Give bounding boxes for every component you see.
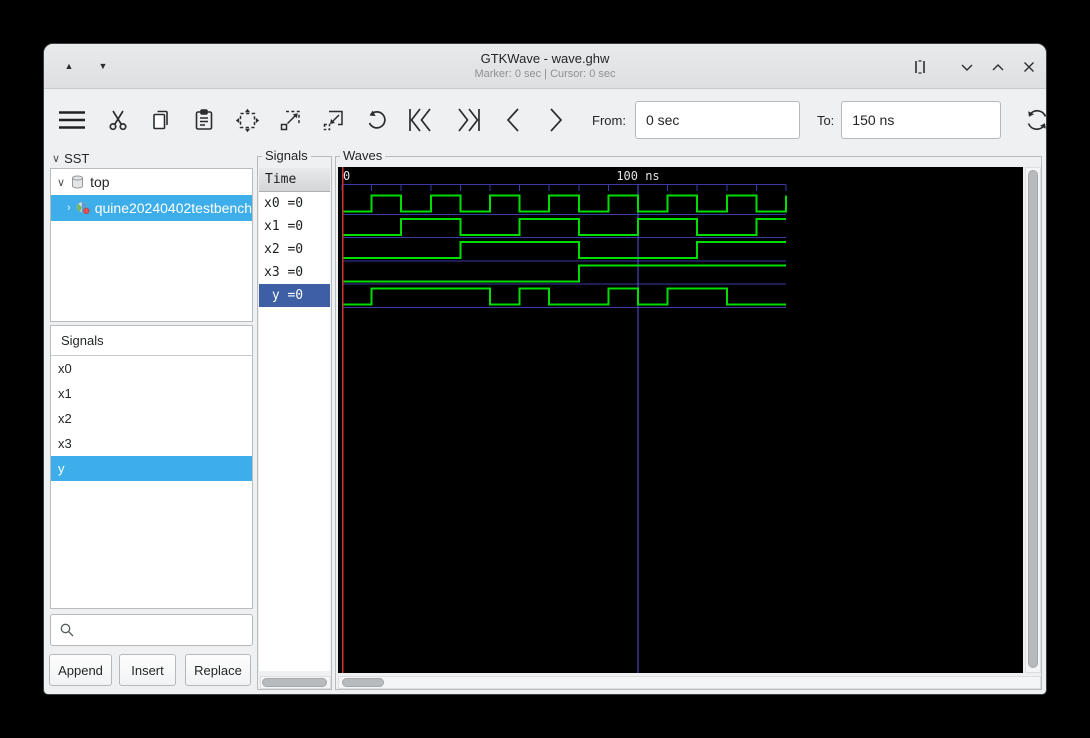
toolbar: From: To: [44,90,1047,150]
minimize-button[interactable] [957,57,977,77]
chevron-up-icon [992,64,1004,71]
hamburger-menu-icon [59,111,85,129]
timeline-label: 100 ns [616,169,659,183]
zoom-fit-icon [235,108,259,132]
signal-list-item-y[interactable]: y [51,456,252,481]
replace-button[interactable]: Replace [185,654,251,686]
module-icon [76,201,90,214]
skip-to-start-icon [409,108,431,132]
signal-list-item-x1[interactable]: x1 [51,381,252,406]
to-input[interactable] [841,101,1002,139]
time-header[interactable]: Time [259,168,330,192]
name-panel-view: Time x0 =0 x1 =0 x2 =0 x3 =0 y =0 [259,168,330,671]
tree-item-label: quine20240402testbench [94,200,252,216]
gtkwave-window: ▲ ▼ GTKWave - wave.ghw Marker: 0 sec | C… [44,44,1047,694]
signal-search-panel: Signals x0 x1 x2 x3 y [50,325,253,609]
window-title: GTKWave - wave.ghw [480,51,610,66]
expander-down-icon[interactable]: ∨ [57,176,65,189]
name-panel: Signals Time x0 =0 x1 =0 x2 =0 x3 =0 y =0 [257,148,332,690]
wave-panel: Waves 0 100 ns [335,148,1042,690]
signal-name-row-y[interactable]: y =0 [259,284,330,307]
database-icon [72,175,84,189]
wave-trace-x1 [342,217,786,236]
skip-to-end-icon [458,108,480,132]
scrollbar-thumb[interactable] [342,678,384,687]
fit-window-button[interactable] [910,57,930,77]
wave-trace-x0 [342,194,787,213]
close-button[interactable] [1019,57,1039,77]
to-label: To: [816,112,835,128]
timeline-label: 0 [343,169,350,183]
from-input[interactable] [634,101,800,139]
append-button[interactable]: Append [49,654,112,686]
scrollbar-thumb[interactable] [262,678,327,687]
zoom-out-button[interactable] [320,107,346,133]
undo-arrow-icon [368,110,386,129]
signal-name-row-x1[interactable]: x1 =0 [259,215,330,238]
menu-button[interactable] [56,107,88,133]
signal-list-item-x0[interactable]: x0 [51,356,252,381]
signal-search-box[interactable] [50,614,253,646]
wave-trace-x3 [342,264,786,283]
zoom-in-button[interactable] [277,107,303,133]
clipboard-paste-icon [195,109,213,130]
skip-to-end-button[interactable] [453,107,483,133]
previous-edge-button[interactable] [500,107,526,133]
sst-header[interactable]: ∨ SST [52,151,89,166]
reload-button[interactable] [1024,107,1050,133]
copy-icon [153,110,168,130]
titlebar[interactable]: ▲ ▼ GTKWave - wave.ghw Marker: 0 sec | C… [44,44,1046,89]
signal-name-row-x0[interactable]: x0 =0 [259,192,330,215]
maximize-button[interactable] [988,57,1008,77]
chevron-down-icon [961,64,973,71]
signal-name-row-x3[interactable]: x3 =0 [259,261,330,284]
scissors-icon [109,110,127,131]
wave-canvas-svg: 0 100 ns [341,167,787,673]
wave-hscrollbar[interactable] [338,676,1041,689]
sst-header-label: SST [64,151,90,166]
name-rows: x0 =0 x1 =0 x2 =0 x3 =0 y =0 [259,192,330,307]
tree-item-top[interactable]: ∨ top [51,169,252,195]
tree-item-testbench[interactable]: › quine20240402testbench [51,195,252,221]
next-edge-button[interactable] [543,107,569,133]
copy-button[interactable] [148,107,174,133]
wave-panel-frame-label: Waves [340,148,386,164]
search-icon [60,623,74,637]
cut-button[interactable] [105,107,131,133]
name-panel-hscrollbar[interactable] [260,676,331,689]
skip-to-start-button[interactable] [406,107,436,133]
expander-right-icon[interactable]: › [67,202,71,214]
signals-panel-title: Signals [51,326,252,356]
wave-canvas[interactable]: 0 100 ns [338,167,1023,673]
wave-vscrollbar[interactable] [1025,167,1041,673]
sst-collapse-chevron-icon[interactable]: ∨ [52,152,60,165]
sst-tree: ∨ top › quine20240402testbench [50,168,253,322]
insert-button[interactable]: Insert [119,654,176,686]
reload-icon [1028,109,1047,131]
tree-item-label: top [90,174,110,190]
scrollbar-thumb[interactable] [1028,170,1038,668]
fit-window-icon [915,60,925,74]
close-icon [1024,62,1034,72]
zoom-in-expand-icon [280,110,300,130]
signal-list-item-x3[interactable]: x3 [51,431,252,456]
marker-cursor-status: Marker: 0 sec | Cursor: 0 sec [474,68,616,80]
signal-name-row-x2[interactable]: x2 =0 [259,238,330,261]
undo-button[interactable] [363,107,389,133]
chevron-right-icon [550,108,563,132]
wave-trace-y [342,287,786,306]
zoom-fit-button[interactable] [234,107,260,133]
signal-list: x0 x1 x2 x3 y [51,356,252,481]
wave-trace-x2 [342,241,786,259]
from-label: From: [592,112,626,128]
name-panel-frame-label: Signals [262,148,311,164]
chevron-left-icon [506,108,519,132]
zoom-out-shrink-icon [323,110,343,130]
signal-list-item-x2[interactable]: x2 [51,406,252,431]
paste-button[interactable] [191,107,217,133]
